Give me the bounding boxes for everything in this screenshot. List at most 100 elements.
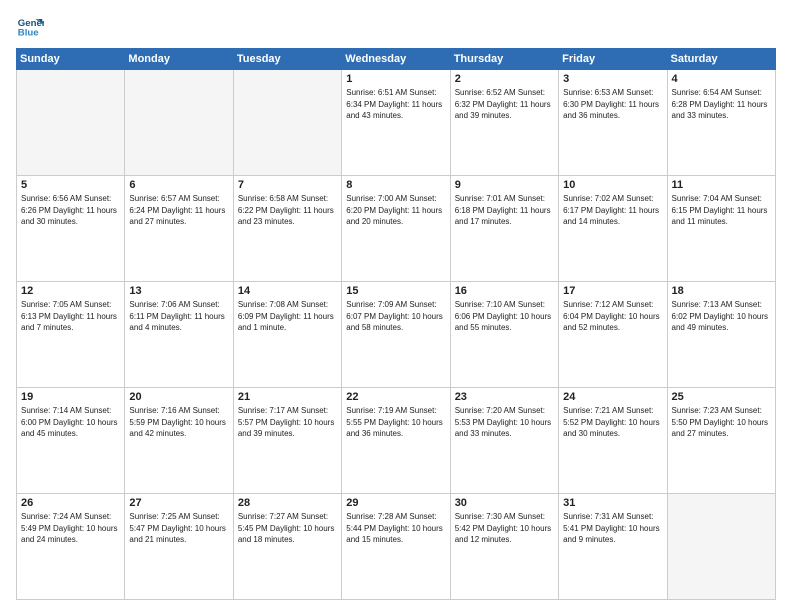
calendar-cell: 20Sunrise: 7:16 AM Sunset: 5:59 PM Dayli… (125, 388, 233, 494)
weekday-header-wednesday: Wednesday (342, 49, 450, 70)
day-info: Sunrise: 7:23 AM Sunset: 5:50 PM Dayligh… (672, 405, 771, 440)
calendar-cell: 2Sunrise: 6:52 AM Sunset: 6:32 PM Daylig… (450, 70, 558, 176)
day-number: 28 (238, 497, 337, 509)
day-info: Sunrise: 7:20 AM Sunset: 5:53 PM Dayligh… (455, 405, 554, 440)
calendar-cell: 16 Sunrise: 7:10 AM Sunset: 6:06 PM Dayli… (450, 282, 558, 388)
day-info: Sunrise: 7:30 AM Sunset: 5:42 PM Dayligh… (455, 511, 554, 546)
day-info: Sunrise: 7:21 AM Sunset: 5:52 PM Dayligh… (563, 405, 662, 440)
day-info: Sunrise: 7:09 AM Sunset: 6:07 PM Dayligh… (346, 299, 445, 334)
calendar-cell: 6 Sunrise: 6:57 AM Sunset: 6:24 PM Daylig… (125, 176, 233, 282)
calendar-cell: 23 Sunrise: 7:20 AM Sunset: 5:53 PM Dayli… (450, 388, 558, 494)
day-number: 17 (563, 285, 662, 297)
day-number: 26 (21, 497, 120, 509)
day-info: Sunrise: 7:31 AM Sunset: 5:41 PM Dayligh… (563, 511, 662, 546)
logo: General Blue (16, 12, 48, 40)
calendar-cell: 1 Sunrise: 6:51 AM Sunset: 6:34 PM Daylig… (342, 70, 450, 176)
calendar-cell: 27Sunrise: 7:25 AM Sunset: 5:47 PM Dayli… (125, 494, 233, 600)
day-number: 21 (238, 391, 337, 403)
calendar-cell: 13Sunrise: 7:06 AM Sunset: 6:11 PM Dayli… (125, 282, 233, 388)
week-row-3: 12 Sunrise: 7:05 AM Sunset: 6:13 PM Dayli… (17, 282, 776, 388)
day-number: 16 (455, 285, 554, 297)
day-info: Sunrise: 6:54 AM Sunset: 6:28 PM Dayligh… (672, 87, 771, 122)
day-info: Sunrise: 7:13 AM Sunset: 6:02 PM Dayligh… (672, 299, 771, 334)
day-number: 4 (672, 73, 771, 85)
calendar-cell: 19Sunrise: 7:14 AM Sunset: 6:00 PM Dayli… (17, 388, 125, 494)
weekday-header-monday: Monday (125, 49, 233, 70)
calendar-cell: 4 Sunrise: 6:54 AM Sunset: 6:28 PM Daylig… (667, 70, 775, 176)
day-info: Sunrise: 6:57 AM Sunset: 6:24 PM Dayligh… (129, 193, 228, 228)
day-info: Sunrise: 7:04 AM Sunset: 6:15 PM Dayligh… (672, 193, 771, 228)
day-number: 29 (346, 497, 445, 509)
week-row-4: 19Sunrise: 7:14 AM Sunset: 6:00 PM Dayli… (17, 388, 776, 494)
day-info: Sunrise: 7:16 AM Sunset: 5:59 PM Dayligh… (129, 405, 228, 440)
day-info: Sunrise: 7:24 AM Sunset: 5:49 PM Dayligh… (21, 511, 120, 546)
calendar-cell: 7Sunrise: 6:58 AM Sunset: 6:22 PM Daylig… (233, 176, 341, 282)
day-info: Sunrise: 7:05 AM Sunset: 6:13 PM Dayligh… (21, 299, 120, 334)
day-info: Sunrise: 7:02 AM Sunset: 6:17 PM Dayligh… (563, 193, 662, 228)
calendar-cell: 28 Sunrise: 7:27 AM Sunset: 5:45 PM Dayli… (233, 494, 341, 600)
calendar-cell: 31 Sunrise: 7:31 AM Sunset: 5:41 PM Dayli… (559, 494, 667, 600)
header: General Blue (16, 12, 776, 40)
calendar-cell (667, 494, 775, 600)
day-info: Sunrise: 7:01 AM Sunset: 6:18 PM Dayligh… (455, 193, 554, 228)
calendar-cell: 17 Sunrise: 7:12 AM Sunset: 6:04 PM Dayli… (559, 282, 667, 388)
calendar-cell: 24 Sunrise: 7:21 AM Sunset: 5:52 PM Dayli… (559, 388, 667, 494)
weekday-header-thursday: Thursday (450, 49, 558, 70)
day-info: Sunrise: 7:19 AM Sunset: 5:55 PM Dayligh… (346, 405, 445, 440)
weekday-header-row: SundayMondayTuesdayWednesdayThursdayFrid… (17, 49, 776, 70)
day-info: Sunrise: 6:56 AM Sunset: 6:26 PM Dayligh… (21, 193, 120, 228)
day-number: 13 (129, 285, 228, 297)
calendar-cell: 15 Sunrise: 7:09 AM Sunset: 6:07 PM Dayli… (342, 282, 450, 388)
day-info: Sunrise: 6:51 AM Sunset: 6:34 PM Dayligh… (346, 87, 445, 122)
weekday-header-sunday: Sunday (17, 49, 125, 70)
calendar-cell: 25 Sunrise: 7:23 AM Sunset: 5:50 PM Dayli… (667, 388, 775, 494)
week-row-2: 5 Sunrise: 6:56 AM Sunset: 6:26 PM Daylig… (17, 176, 776, 282)
day-number: 15 (346, 285, 445, 297)
calendar-cell: 30 Sunrise: 7:30 AM Sunset: 5:42 PM Dayli… (450, 494, 558, 600)
day-number: 9 (455, 179, 554, 191)
day-number: 18 (672, 285, 771, 297)
day-number: 5 (21, 179, 120, 191)
calendar-table: SundayMondayTuesdayWednesdayThursdayFrid… (16, 48, 776, 600)
day-info: Sunrise: 7:08 AM Sunset: 6:09 PM Dayligh… (238, 299, 337, 334)
weekday-header-tuesday: Tuesday (233, 49, 341, 70)
day-info: Sunrise: 7:14 AM Sunset: 6:00 PM Dayligh… (21, 405, 120, 440)
calendar-cell (125, 70, 233, 176)
day-info: Sunrise: 7:12 AM Sunset: 6:04 PM Dayligh… (563, 299, 662, 334)
day-number: 23 (455, 391, 554, 403)
day-number: 24 (563, 391, 662, 403)
calendar-cell (233, 70, 341, 176)
calendar-cell: 9 Sunrise: 7:01 AM Sunset: 6:18 PM Daylig… (450, 176, 558, 282)
svg-text:Blue: Blue (18, 28, 39, 39)
calendar-cell: 29 Sunrise: 7:28 AM Sunset: 5:44 PM Dayli… (342, 494, 450, 600)
day-number: 6 (129, 179, 228, 191)
calendar-cell: 8 Sunrise: 7:00 AM Sunset: 6:20 PM Daylig… (342, 176, 450, 282)
day-info: Sunrise: 7:00 AM Sunset: 6:20 PM Dayligh… (346, 193, 445, 228)
day-info: Sunrise: 7:27 AM Sunset: 5:45 PM Dayligh… (238, 511, 337, 546)
day-info: Sunrise: 7:10 AM Sunset: 6:06 PM Dayligh… (455, 299, 554, 334)
day-number: 10 (563, 179, 662, 191)
day-number: 7 (238, 179, 337, 191)
calendar-cell: 11Sunrise: 7:04 AM Sunset: 6:15 PM Dayli… (667, 176, 775, 282)
weekday-header-saturday: Saturday (667, 49, 775, 70)
day-number: 27 (129, 497, 228, 509)
day-number: 22 (346, 391, 445, 403)
logo-icon: General Blue (16, 12, 44, 40)
day-number: 30 (455, 497, 554, 509)
weekday-header-friday: Friday (559, 49, 667, 70)
day-number: 8 (346, 179, 445, 191)
day-number: 1 (346, 73, 445, 85)
day-number: 14 (238, 285, 337, 297)
day-number: 2 (455, 73, 554, 85)
calendar-cell: 26 Sunrise: 7:24 AM Sunset: 5:49 PM Dayli… (17, 494, 125, 600)
day-number: 25 (672, 391, 771, 403)
calendar-cell (17, 70, 125, 176)
calendar-cell: 12 Sunrise: 7:05 AM Sunset: 6:13 PM Dayli… (17, 282, 125, 388)
calendar-cell: 22 Sunrise: 7:19 AM Sunset: 5:55 PM Dayli… (342, 388, 450, 494)
day-info: Sunrise: 6:53 AM Sunset: 6:30 PM Dayligh… (563, 87, 662, 122)
day-number: 3 (563, 73, 662, 85)
calendar-cell: 10 Sunrise: 7:02 AM Sunset: 6:17 PM Dayli… (559, 176, 667, 282)
day-number: 31 (563, 497, 662, 509)
day-number: 12 (21, 285, 120, 297)
day-info: Sunrise: 7:28 AM Sunset: 5:44 PM Dayligh… (346, 511, 445, 546)
